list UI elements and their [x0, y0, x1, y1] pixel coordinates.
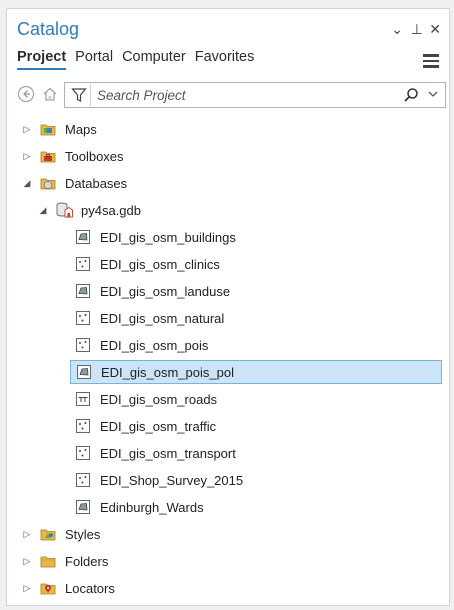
- tree-item-label: Folders: [65, 553, 109, 569]
- locators-icon: [39, 579, 57, 597]
- catalog-tabs: Project Portal Computer Favorites: [17, 49, 263, 70]
- point-featureclass-icon: [74, 444, 92, 462]
- tree-item-label: Styles: [65, 526, 101, 542]
- tree-item-label: EDI_gis_osm_transport: [100, 445, 236, 461]
- tree-item[interactable]: Edinburgh_Wards: [7, 495, 204, 519]
- point-featureclass-icon: [74, 471, 92, 489]
- tree-item[interactable]: EDI_gis_osm_roads: [7, 387, 217, 411]
- folders-icon: [39, 552, 57, 570]
- tree-item-label: EDI_gis_osm_traffic: [100, 418, 217, 434]
- tree-item[interactable]: ▷ Toolboxes: [7, 144, 124, 168]
- point-featureclass-icon: [74, 417, 92, 435]
- search-box[interactable]: [64, 82, 446, 108]
- tree-item[interactable]: EDI_gis_osm_clinics: [7, 252, 220, 276]
- geodatabase-icon: [55, 201, 73, 219]
- expand-arrow-icon[interactable]: ▷: [21, 556, 33, 567]
- tree-item-label: Locators: [65, 580, 115, 596]
- point-featureclass-icon: [74, 336, 92, 354]
- tree-item[interactable]: EDI_gis_osm_traffic: [7, 414, 216, 438]
- catalog-pane: Catalog ⌄ ⊥ ✕ Project Portal Computer Fa…: [6, 8, 450, 606]
- tab-portal[interactable]: Portal: [75, 49, 113, 70]
- tree-item-label: py4sa.gdb: [81, 202, 141, 218]
- styles-icon: [39, 525, 57, 543]
- expand-arrow-icon[interactable]: ▷: [21, 151, 33, 162]
- tree-item[interactable]: ◢ Databases: [7, 171, 128, 195]
- point-featureclass-icon: [74, 255, 92, 273]
- expand-arrow-icon[interactable]: ▷: [21, 529, 33, 540]
- collapse-arrow-icon[interactable]: ◢: [37, 205, 49, 216]
- polygon-featureclass-icon: [74, 228, 92, 246]
- tree-item-label: EDI_gis_osm_pois: [100, 337, 209, 353]
- maps-folder-icon: [39, 120, 57, 138]
- polygon-featureclass-icon: [74, 498, 92, 516]
- tree-item-label: EDI_gis_osm_clinics: [100, 256, 220, 272]
- tree-item[interactable]: EDI_gis_osm_transport: [7, 441, 236, 465]
- menu-icon[interactable]: [423, 54, 439, 71]
- tree-item[interactable]: ▷ Maps: [7, 117, 97, 141]
- tree-item[interactable]: ◢ py4sa.gdb: [7, 198, 141, 222]
- tree-item-label: EDI_gis_osm_buildings: [100, 229, 236, 245]
- database-folder-icon: [39, 174, 57, 192]
- tree-item[interactable]: ▷ Styles: [7, 522, 101, 546]
- toolbox-icon: [39, 147, 57, 165]
- tree-item-label: EDI_gis_osm_natural: [100, 310, 225, 326]
- tree-item-label: Maps: [65, 121, 97, 137]
- polygon-featureclass-icon: [74, 282, 92, 300]
- tree-item-label: Toolboxes: [65, 148, 124, 164]
- close-icon[interactable]: ✕: [429, 21, 441, 38]
- tree-item[interactable]: EDI_gis_osm_buildings: [7, 225, 236, 249]
- pin-icon[interactable]: ⊥: [411, 21, 423, 38]
- tree-item[interactable]: ▷ Locators: [7, 576, 115, 600]
- search-icon[interactable]: [403, 87, 421, 103]
- line-featureclass-icon: [74, 390, 92, 408]
- collapse-arrow-icon[interactable]: ◢: [21, 178, 33, 189]
- search-input[interactable]: [91, 86, 403, 104]
- tree-item[interactable]: EDI_gis_osm_natural: [7, 306, 224, 330]
- back-icon[interactable]: [16, 84, 36, 104]
- home-icon[interactable]: [40, 84, 60, 104]
- pane-title: Catalog: [17, 19, 80, 39]
- options-dropdown-icon[interactable]: ⌄: [391, 21, 403, 38]
- tree-item[interactable]: EDI_gis_osm_pois: [7, 333, 208, 357]
- expand-arrow-icon[interactable]: ▷: [21, 124, 33, 135]
- tab-computer[interactable]: Computer: [122, 49, 186, 70]
- tree-item-label: EDI_gis_osm_landuse: [100, 283, 231, 299]
- expand-arrow-icon[interactable]: ▷: [21, 583, 33, 594]
- search-options-chevron-down-icon[interactable]: [425, 89, 441, 101]
- tree-item-label: Edinburgh_Wards: [100, 499, 204, 515]
- tree-item-label: Databases: [65, 175, 128, 191]
- point-featureclass-icon: [74, 309, 92, 327]
- polygon-featureclass-icon: [75, 363, 93, 381]
- tree-item[interactable]: EDI_gis_osm_pois_pol: [70, 360, 442, 384]
- filter-icon[interactable]: [68, 84, 91, 106]
- tab-project[interactable]: Project: [17, 49, 67, 70]
- tree-item[interactable]: EDI_Shop_Survey_2015: [7, 468, 243, 492]
- tree-item[interactable]: EDI_gis_osm_landuse: [7, 279, 230, 303]
- tab-favorites[interactable]: Favorites: [195, 49, 255, 70]
- tree-item[interactable]: ▷ Folders: [7, 549, 109, 573]
- tree-item-label: EDI_gis_osm_roads: [100, 391, 218, 407]
- tree-item-label: EDI_gis_osm_pois_pol: [101, 364, 234, 380]
- tree-item-label: EDI_Shop_Survey_2015: [100, 472, 244, 488]
